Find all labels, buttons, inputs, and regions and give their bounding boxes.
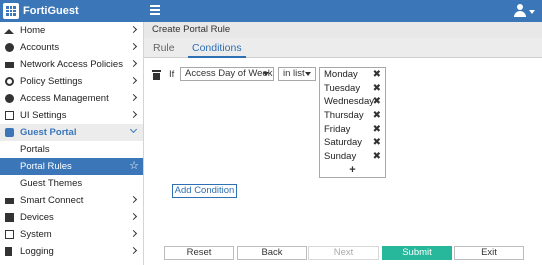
sidebar-item-portals[interactable]: Portals <box>0 141 143 158</box>
fortiguest-logo <box>3 3 19 19</box>
group-icon <box>5 94 14 103</box>
remove-icon[interactable]: ✖ <box>373 109 381 123</box>
app-title: FortiGuest <box>23 5 79 17</box>
caret-down-icon <box>529 10 535 14</box>
chevron-down-icon <box>129 125 138 134</box>
chevron-right-icon <box>129 93 138 102</box>
sidebar-item-devices[interactable]: Devices <box>0 209 143 226</box>
sidebar-item-portal-rules[interactable]: Portal Rules ☆ <box>0 158 143 175</box>
sidebar-item-ui-settings[interactable]: UI Settings <box>0 107 143 124</box>
sidebar-item-smart-connect[interactable]: Smart Connect <box>0 192 143 209</box>
star-icon[interactable]: ☆ <box>129 158 139 175</box>
list-item: Friday ✖ <box>324 123 381 137</box>
chevron-right-icon <box>129 59 138 68</box>
tab-conditions[interactable]: Conditions <box>188 38 246 58</box>
condition-value-list: Monday ✖ Tuesday ✖ Wednesday ✖ Thursday … <box>319 67 386 178</box>
chevron-right-icon <box>129 110 138 119</box>
add-condition-button[interactable]: Add Condition <box>172 184 237 198</box>
chevron-right-icon <box>129 212 138 221</box>
sidebar-item-access-management[interactable]: Access Management <box>0 90 143 107</box>
remove-icon[interactable]: ✖ <box>373 136 381 150</box>
sidebar-item-guest-themes[interactable]: Guest Themes <box>0 175 143 192</box>
network-icon <box>5 62 14 68</box>
connect-icon <box>5 198 14 204</box>
chevron-right-icon <box>129 25 138 34</box>
chevron-right-icon <box>129 229 138 238</box>
chevron-right-icon <box>129 76 138 85</box>
device-icon <box>5 213 14 222</box>
main-panel: Create Portal Rule Rule Conditions If Ac… <box>144 22 542 265</box>
tab-bar: Rule Conditions <box>144 38 542 58</box>
sidebar-item-home[interactable]: Home <box>0 22 143 39</box>
list-item: Tuesday ✖ <box>324 82 381 96</box>
sidebar-item-logging[interactable]: Logging <box>0 243 143 260</box>
exit-button[interactable]: Exit <box>454 246 524 260</box>
remove-icon[interactable]: ✖ <box>373 150 381 164</box>
reset-button[interactable]: Reset <box>164 246 234 260</box>
chevron-right-icon <box>129 42 138 51</box>
list-item: Monday ✖ <box>324 68 381 82</box>
caret-down-icon <box>305 72 311 76</box>
guest-icon <box>5 128 14 137</box>
sidebar-item-policy-settings[interactable]: Policy Settings <box>0 73 143 90</box>
gear-icon <box>5 77 14 86</box>
submit-button[interactable]: Submit <box>382 246 452 260</box>
sidebar-item-system[interactable]: System <box>0 226 143 243</box>
top-bar: FortiGuest <box>0 0 542 22</box>
hamburger-menu-icon[interactable] <box>150 5 160 15</box>
system-icon <box>5 230 14 239</box>
remove-icon[interactable]: ✖ <box>373 95 381 109</box>
page-title: Create Portal Rule <box>144 22 542 38</box>
sidebar-item-accounts[interactable]: Accounts <box>0 39 143 56</box>
sidebar-item-network-access-policies[interactable]: Network Access Policies <box>0 56 143 73</box>
user-icon <box>5 43 14 52</box>
remove-icon[interactable]: ✖ <box>373 123 381 137</box>
if-label: If <box>169 69 175 80</box>
sidebar: Home Accounts Network Access Policies Po… <box>0 22 144 265</box>
list-item: Saturday ✖ <box>324 136 381 150</box>
remove-icon[interactable]: ✖ <box>373 82 381 96</box>
user-icon <box>517 4 523 10</box>
back-button[interactable]: Back <box>237 246 307 260</box>
condition-field-select[interactable]: Access Day of Week <box>180 67 274 81</box>
caret-down-icon <box>263 72 269 76</box>
next-button[interactable]: Next <box>308 246 379 260</box>
list-item: Wednesday ✖ <box>324 95 381 109</box>
list-item: Sunday ✖ <box>324 150 381 164</box>
chevron-right-icon <box>129 195 138 204</box>
add-value-icon[interactable]: + <box>320 164 385 176</box>
chevron-right-icon <box>129 246 138 255</box>
tab-rule[interactable]: Rule <box>153 38 175 58</box>
condition-operator-select[interactable]: in list <box>278 67 316 81</box>
list-item: Thursday ✖ <box>324 109 381 123</box>
trash-icon[interactable] <box>152 70 161 80</box>
log-icon <box>5 247 12 256</box>
user-menu-button[interactable] <box>514 4 536 18</box>
home-icon <box>4 25 14 34</box>
sidebar-item-guest-portal[interactable]: Guest Portal <box>0 124 143 141</box>
monitor-icon <box>5 111 14 120</box>
remove-icon[interactable]: ✖ <box>373 68 381 82</box>
